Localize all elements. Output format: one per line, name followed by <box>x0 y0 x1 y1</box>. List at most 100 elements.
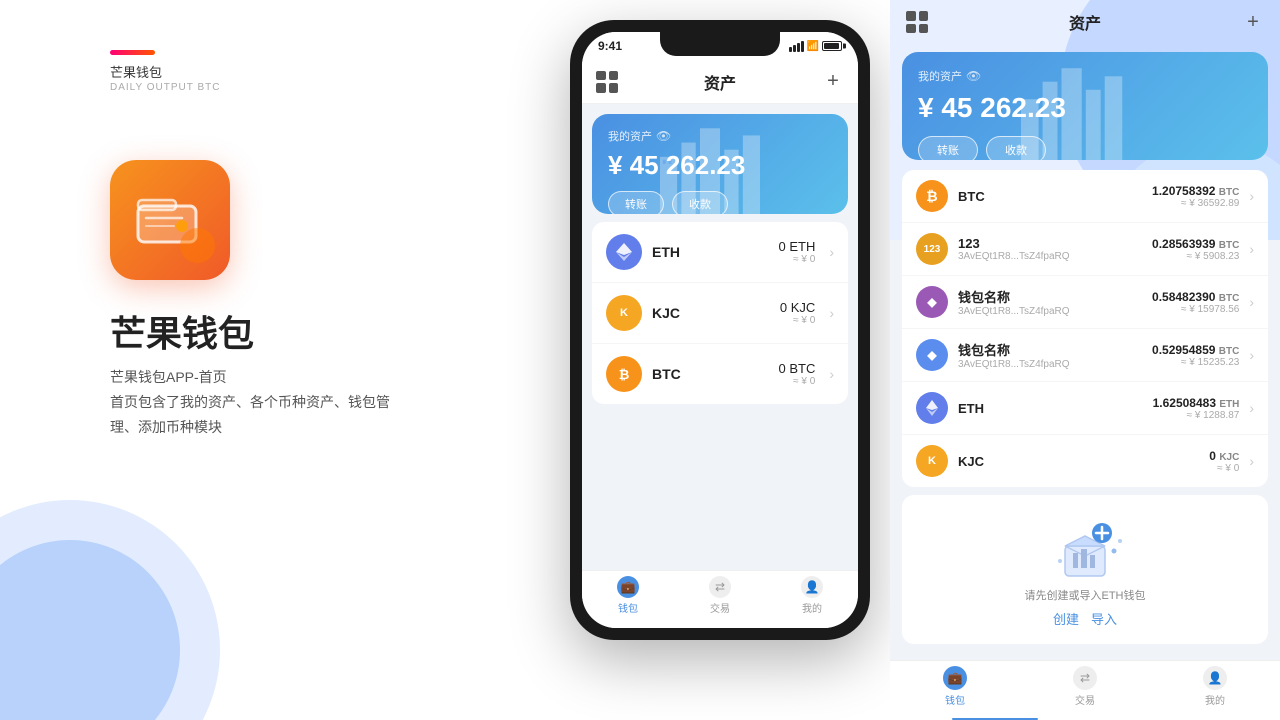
right-header: 资产 + <box>890 0 1280 44</box>
create-eth-box: 请先创建或导入ETH钱包 创建 导入 <box>902 495 1268 644</box>
wallet-nav-icon: 💼 <box>617 576 639 598</box>
right-trade-nav-icon: ⇄ <box>1073 666 1097 690</box>
phone-content: 我的资产 👁 ¥ 45 262.23 转账 收款 <box>582 104 858 570</box>
right-nav-trade-label: 交易 <box>1075 692 1095 707</box>
eth-amount-wrap: 0 ETH ≈ ¥ 0 <box>778 239 815 265</box>
right-nav-wallet-label: 钱包 <box>945 692 965 707</box>
right-kjc-info: KJC <box>958 454 1199 469</box>
right-wallet1-icon: ◆ <box>916 286 948 318</box>
right-coin-wallet1[interactable]: ◆ 钱包名称 3AvEQt1R8...TsZ4fpaRQ 0.58482390 … <box>902 276 1268 329</box>
nav-trade-label: 交易 <box>710 600 730 615</box>
kjc-amount-wrap: 0 KJC ≈ ¥ 0 <box>780 300 815 326</box>
coin-item-eth[interactable]: ETH 0 ETH ≈ ¥ 0 › <box>592 222 848 283</box>
right-nav-mine-label: 我的 <box>1205 692 1225 707</box>
kjc-name: KJC <box>652 305 770 321</box>
right-kjc-amount-wrap: 0 KJC ≈ ¥ 0 <box>1209 449 1239 474</box>
coin-item-kjc[interactable]: K KJC 0 KJC ≈ ¥ 0 › <box>592 283 848 344</box>
nav-mine[interactable]: 👤 我的 <box>801 576 823 615</box>
signal-bars <box>789 41 804 52</box>
right-kjc-arrow-icon: › <box>1249 453 1254 469</box>
btc-approx: ≈ ¥ 0 <box>778 376 815 387</box>
right-coin-kjc[interactable]: K KJC 0 KJC ≈ ¥ 0 › <box>902 435 1268 487</box>
kjc-approx: ≈ ¥ 0 <box>780 315 815 326</box>
right-eth-icon <box>916 392 948 424</box>
eth-icon <box>606 234 642 270</box>
right-eth-amount-wrap: 1.62508483 ETH ≈ ¥ 1288.87 <box>1153 396 1240 421</box>
eth-name: ETH <box>652 244 768 260</box>
kjc-amount: 0 KJC <box>780 300 815 315</box>
right-eth-arrow-icon: › <box>1249 400 1254 416</box>
right-123-icon: 123 <box>916 233 948 265</box>
right-123-amount-wrap: 0.28563939 BTC ≈ ¥ 5908.23 <box>1152 237 1239 262</box>
coin-list: ETH 0 ETH ≈ ¥ 0 › K KJC <box>592 222 848 404</box>
phone-bottom-nav: 💼 钱包 ⇄ 交易 👤 我的 <box>582 570 858 628</box>
right-coin-123[interactable]: 123 123 3AvEQt1R8...TsZ4fpaRQ 0.28563939… <box>902 223 1268 276</box>
right-nav-wallet[interactable]: 💼 钱包 <box>943 666 967 707</box>
app-name: 芒果钱包 <box>110 305 254 357</box>
right-wallet1-arrow-icon: › <box>1249 294 1254 310</box>
right-wallet2-arrow-icon: › <box>1249 347 1254 363</box>
right-content: 我的资产 👁 ¥ 45 262.23 转账 收款 ₿ BTC 1.2075839… <box>890 44 1280 660</box>
right-panel: 资产 + 我的资产 👁 ¥ 45 262.23 转账 收款 <box>890 0 1280 720</box>
phone-mockup: 9:41 📶 <box>540 20 900 700</box>
right-add-button[interactable]: + <box>1242 11 1264 33</box>
right-coin-wallet2[interactable]: ◆ 钱包名称 3AvEQt1R8...TsZ4fpaRQ 0.52954859 … <box>902 329 1268 382</box>
right-btc-info: BTC <box>958 189 1142 204</box>
btc-amount: 0 BTC <box>778 361 815 376</box>
phone-header-title: 资产 <box>704 70 736 94</box>
eth-arrow-icon: › <box>829 244 834 260</box>
btc-amount-wrap: 0 BTC ≈ ¥ 0 <box>778 361 815 387</box>
kjc-icon: K <box>606 295 642 331</box>
nav-mine-label: 我的 <box>802 600 822 615</box>
trade-nav-icon: ⇄ <box>709 576 731 598</box>
accent-bar <box>110 50 155 55</box>
right-nav-mine[interactable]: 👤 我的 <box>1203 666 1227 707</box>
left-section: 芒果钱包 DAILY OUTPUT BTC 芒果钱包 芒果钱包APP-首页 首页… <box>0 0 560 720</box>
right-wallet2-info: 钱包名称 3AvEQt1R8...TsZ4fpaRQ <box>958 340 1142 370</box>
app-icon <box>110 160 230 280</box>
brand-label: 芒果钱包 <box>110 62 162 81</box>
eth-amount: 0 ETH <box>778 239 815 254</box>
eth-approx: ≈ ¥ 0 <box>778 254 815 265</box>
create-eth-links: 创建 导入 <box>1053 609 1117 628</box>
btc-arrow-icon: › <box>829 366 834 382</box>
orange-circle <box>180 228 215 263</box>
app-desc-2: 首页包含了我的资产、各个币种资产、钱包管 理、添加币种模块 <box>110 390 390 440</box>
right-btc-amount-wrap: 1.20758392 BTC ≈ ¥ 36592.89 <box>1152 184 1239 209</box>
right-wallet1-amount-wrap: 0.58482390 BTC ≈ ¥ 15978.56 <box>1152 290 1239 315</box>
right-wallet-nav-icon: 💼 <box>943 666 967 690</box>
right-coin-btc[interactable]: ₿ BTC 1.20758392 BTC ≈ ¥ 36592.89 › <box>902 170 1268 223</box>
phone-header: 资产 + <box>582 60 858 104</box>
right-wallet1-info: 钱包名称 3AvEQt1R8...TsZ4fpaRQ <box>958 287 1142 317</box>
right-bottom-nav: 💼 钱包 ⇄ 交易 👤 我的 <box>890 660 1280 720</box>
right-header-title: 资产 <box>1069 10 1101 34</box>
right-eth-info: ETH <box>958 401 1143 416</box>
right-coin-list: ₿ BTC 1.20758392 BTC ≈ ¥ 36592.89 › 123 … <box>902 170 1268 487</box>
app-desc-1: 芒果钱包APP-首页 <box>110 365 227 390</box>
mine-nav-icon: 👤 <box>801 576 823 598</box>
right-coin-eth[interactable]: ETH 1.62508483 ETH ≈ ¥ 1288.87 › <box>902 382 1268 435</box>
right-wallet2-amount-wrap: 0.52954859 BTC ≈ ¥ 15235.23 <box>1152 343 1239 368</box>
phone-notch <box>660 32 780 56</box>
right-btc-icon: ₿ <box>916 180 948 212</box>
right-asset-card: 我的资产 👁 ¥ 45 262.23 转账 收款 <box>902 52 1268 160</box>
create-link[interactable]: 创建 <box>1053 609 1079 628</box>
right-nav-trade[interactable]: ⇄ 交易 <box>1073 666 1097 707</box>
right-wallet2-icon: ◆ <box>916 339 948 371</box>
brand-sub: DAILY OUTPUT BTC <box>110 82 220 93</box>
right-123-arrow-icon: › <box>1249 241 1254 257</box>
asset-card: 我的资产 👁 ¥ 45 262.23 转账 收款 <box>592 114 848 214</box>
kjc-arrow-icon: › <box>829 305 834 321</box>
status-time: 9:41 <box>598 39 622 53</box>
right-kjc-icon: K <box>916 445 948 477</box>
btc-icon: ₿ <box>606 356 642 392</box>
right-mine-nav-icon: 👤 <box>1203 666 1227 690</box>
right-grid-icon[interactable] <box>906 11 928 33</box>
nav-trade[interactable]: ⇄ 交易 <box>709 576 731 615</box>
coin-item-btc[interactable]: ₿ BTC 0 BTC ≈ ¥ 0 › <box>592 344 848 404</box>
grid-icon[interactable] <box>596 71 618 93</box>
right-123-info: 123 3AvEQt1R8...TsZ4fpaRQ <box>958 236 1142 262</box>
add-button[interactable]: + <box>822 71 844 93</box>
nav-wallet[interactable]: 💼 钱包 <box>617 576 639 615</box>
import-link[interactable]: 导入 <box>1091 609 1117 628</box>
